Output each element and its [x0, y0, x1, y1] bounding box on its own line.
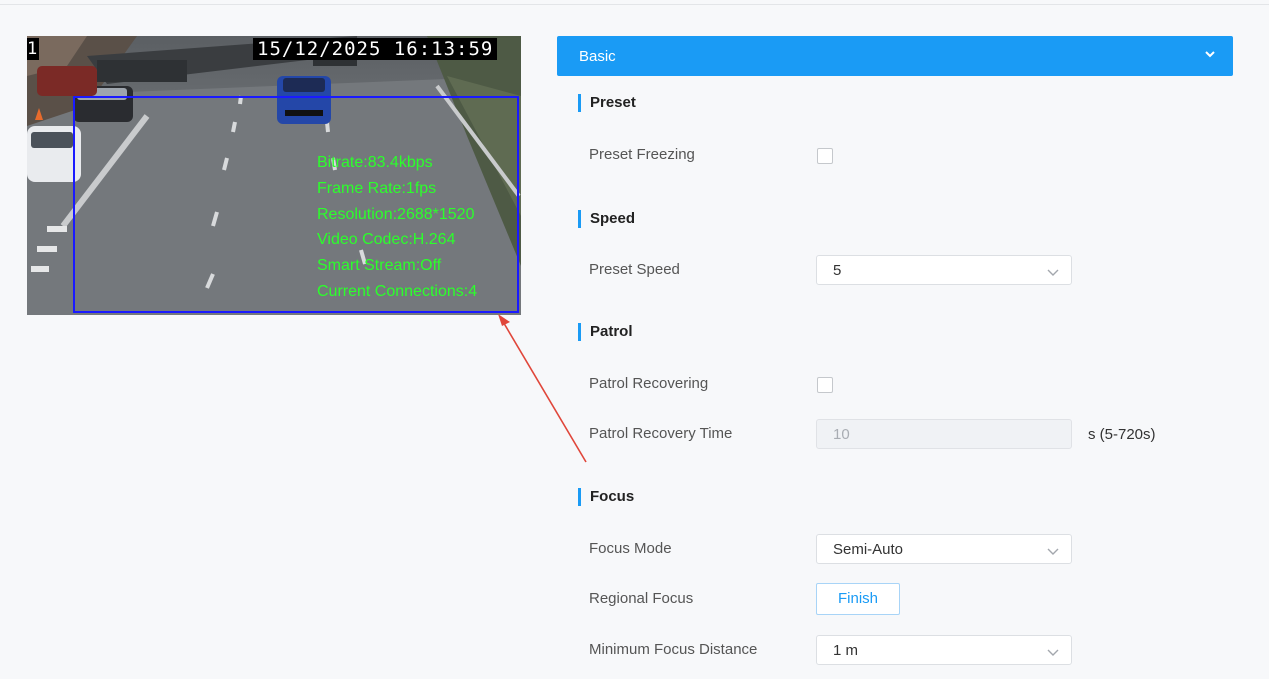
min-focus-distance-label: Minimum Focus Distance: [589, 641, 758, 658]
patrol-recovery-time-label: Patrol Recovery Time: [589, 425, 733, 442]
panel-title: Basic: [579, 48, 616, 65]
preset-speed-value: 5: [833, 262, 842, 279]
basic-section-header[interactable]: Basic: [557, 36, 1233, 76]
preset-heading: Preset: [578, 94, 636, 112]
preset-freezing-label: Preset Freezing: [589, 146, 695, 163]
patrol-recovering-checkbox[interactable]: [817, 377, 833, 393]
chevron-down-icon: [1047, 265, 1059, 283]
regional-focus-label: Regional Focus: [589, 590, 694, 607]
patrol-recovery-time-value: 10: [833, 426, 850, 443]
preset-freezing-checkbox[interactable]: [817, 148, 833, 164]
chevron-down-icon: [1047, 645, 1059, 663]
overlay-resolution: Resolution:2688*1520: [317, 205, 475, 223]
live-video-preview[interactable]: 1 15/12/2025 16:13:59 Bitrate:83.4kbps F…: [27, 36, 521, 315]
overlay-smart-stream: Smart Stream:Off: [317, 257, 442, 275]
focus-mode-value: Semi-Auto: [833, 541, 904, 558]
preset-speed-select[interactable]: 5: [816, 255, 1072, 285]
overlay-frame-rate: Frame Rate:1fps: [317, 179, 437, 197]
stream-info-overlay: Bitrate:83.4kbps Frame Rate:1fps Resolut…: [317, 150, 477, 305]
min-focus-distance-select[interactable]: 1 m: [816, 635, 1072, 665]
focus-mode-label: Focus Mode: [589, 540, 672, 557]
chevron-down-icon: [1047, 544, 1059, 562]
focus-heading: Focus: [578, 488, 634, 506]
patrol-recovery-time-input: 10: [816, 419, 1072, 449]
overlay-bitrate: Bitrate:83.4kbps: [317, 154, 433, 171]
chevron-down-icon[interactable]: [1203, 47, 1217, 66]
finish-button[interactable]: Finish: [816, 583, 900, 615]
osd-timestamp: 15/12/2025 16:13:59: [253, 38, 498, 60]
preset-speed-label: Preset Speed: [589, 261, 680, 278]
patrol-recovering-label: Patrol Recovering: [589, 375, 709, 392]
overlay-video-codec: Video Codec:H.264: [317, 231, 456, 249]
top-divider: [0, 4, 1269, 5]
overlay-current-connections: Current Connections:4: [317, 282, 478, 300]
min-focus-distance-value: 1 m: [833, 642, 859, 659]
focus-mode-select[interactable]: Semi-Auto: [816, 534, 1072, 564]
channel-number: 1: [27, 38, 39, 60]
patrol-recovery-time-unit: s (5-720s): [1088, 426, 1156, 443]
speed-heading: Speed: [578, 210, 635, 228]
patrol-heading: Patrol: [578, 323, 633, 341]
